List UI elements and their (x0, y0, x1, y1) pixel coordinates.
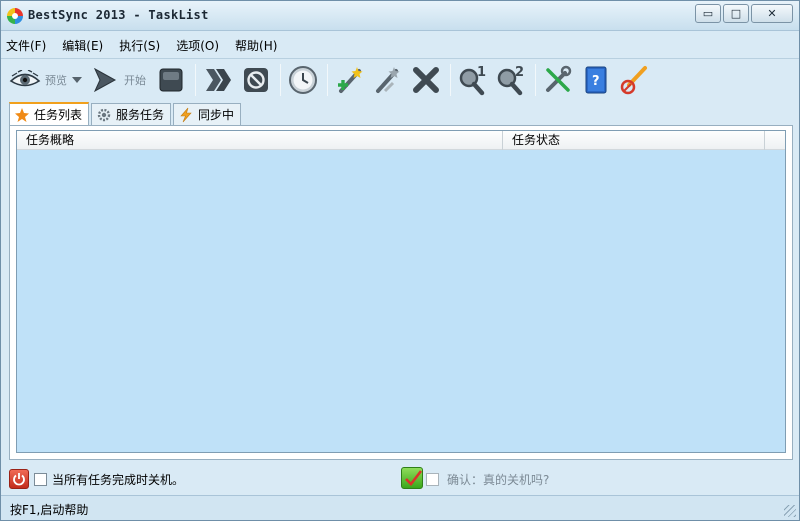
toolbar-separator (327, 63, 328, 96)
tab-bar: 任务列表 服务任务 同步中 (9, 102, 243, 125)
status-text: 按F1,启动帮助 (10, 503, 89, 517)
about-button[interactable] (617, 62, 651, 98)
cancel-button[interactable] (239, 62, 273, 98)
stop-icon (154, 63, 188, 97)
svg-text:1: 1 (477, 65, 486, 80)
stop-button[interactable] (154, 62, 188, 98)
confirm-label: 确认：真的关机吗? (447, 473, 550, 487)
app-logo-icon (7, 8, 23, 24)
checkmark-icon (405, 470, 423, 486)
fast-forward-icon (201, 63, 235, 97)
main-window: BestSync 2013 - TaskList ▭ □ ✕ 文件(F) 编辑(… (0, 0, 800, 521)
cancel-icon (239, 63, 273, 97)
search-1-button[interactable]: 1 (456, 62, 490, 98)
minimize-button[interactable]: ▭ (695, 4, 721, 23)
magic-wand-icon (371, 63, 405, 97)
svg-text:2: 2 (515, 65, 524, 80)
window-controls: ▭ □ ✕ (695, 4, 793, 23)
tab-label: 同步中 (198, 108, 235, 122)
play-icon (87, 63, 121, 97)
delete-task-button[interactable] (409, 62, 443, 98)
confirm-button[interactable] (401, 467, 423, 489)
help-book-icon: ? (579, 63, 613, 97)
toolbar-separator (450, 63, 451, 96)
start-button[interactable]: 开始 (87, 62, 150, 98)
column-header-status[interactable]: 任务状态 (503, 131, 765, 150)
title-bar[interactable]: BestSync 2013 - TaskList ▭ □ ✕ (1, 1, 799, 31)
toolbar: 预览 开始 1 2 ? (1, 58, 799, 100)
tab-service-tasks[interactable]: 服务任务 (91, 103, 172, 125)
power-icon (13, 473, 25, 486)
schedule-button[interactable] (286, 62, 320, 98)
brush-icon (617, 63, 651, 97)
settings-button[interactable] (541, 62, 575, 98)
task-list[interactable]: 任务概略 任务状态 (16, 130, 786, 453)
gear-icon (96, 107, 112, 123)
confirm-checkbox[interactable] (426, 473, 439, 486)
list-header: 任务概略 任务状态 (17, 131, 785, 150)
preview-button[interactable]: 预览 (8, 62, 83, 98)
magnifier-1-icon: 1 (456, 63, 490, 97)
start-label: 开始 (124, 73, 146, 87)
resize-grip-icon[interactable] (784, 505, 796, 517)
shutdown-button[interactable] (9, 469, 29, 489)
magic-wand-add-icon (333, 63, 367, 97)
menu-file[interactable]: 文件(F) (6, 37, 46, 54)
svg-text:?: ? (592, 74, 600, 89)
tab-task-list[interactable]: 任务列表 (9, 102, 90, 125)
toolbar-separator (195, 63, 196, 96)
menu-help[interactable]: 帮助(H) (235, 37, 277, 54)
toolbar-separator (535, 63, 536, 96)
menu-edit[interactable]: 编辑(E) (62, 37, 103, 54)
magnifier-2-icon: 2 (494, 63, 528, 97)
tab-label: 任务列表 (34, 108, 83, 122)
close-button[interactable]: ✕ (751, 4, 793, 23)
search-2-button[interactable]: 2 (494, 62, 528, 98)
column-header-summary[interactable]: 任务概略 (17, 131, 503, 150)
task-list-panel: 任务概略 任务状态 (9, 125, 793, 460)
help-button[interactable]: ? (579, 62, 613, 98)
window-title: BestSync 2013 - TaskList (28, 8, 209, 22)
edit-task-button[interactable] (371, 62, 405, 98)
lightning-icon (178, 107, 194, 123)
shutdown-label: 当所有任务完成时关机。 (52, 473, 185, 487)
toolbar-separator (280, 63, 281, 96)
footer-bar: 当所有任务完成时关机。 确认：真的关机吗? (1, 462, 799, 495)
tools-icon (541, 63, 575, 97)
shutdown-checkbox[interactable] (34, 473, 47, 486)
menu-run[interactable]: 执行(S) (119, 37, 160, 54)
tab-label: 服务任务 (116, 108, 165, 122)
maximize-button[interactable]: □ (723, 4, 749, 23)
skip-button[interactable] (201, 62, 235, 98)
delete-x-icon (409, 63, 443, 97)
star-icon (14, 107, 30, 123)
clock-icon (286, 63, 320, 97)
preview-label: 预览 (45, 73, 67, 87)
add-task-button[interactable] (333, 62, 367, 98)
tab-syncing[interactable]: 同步中 (173, 103, 242, 125)
dropdown-arrow-icon[interactable] (71, 73, 83, 87)
status-bar: 按F1,启动帮助 (1, 495, 799, 520)
menu-options[interactable]: 选项(O) (176, 37, 219, 54)
eye-icon (8, 63, 42, 97)
menu-bar: 文件(F) 编辑(E) 执行(S) 选项(O) 帮助(H) (1, 32, 799, 58)
